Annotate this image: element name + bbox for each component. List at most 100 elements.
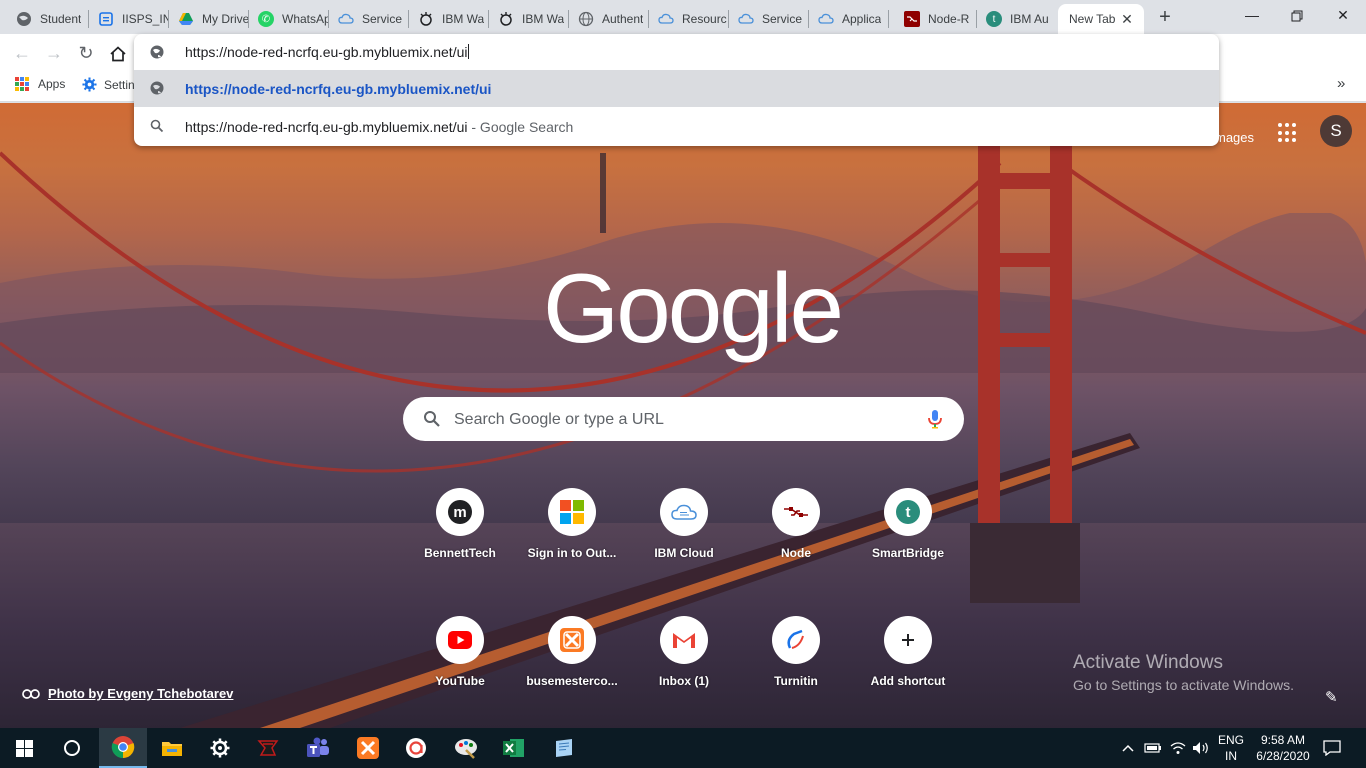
back-button[interactable]: ←: [9, 40, 35, 66]
google-apps-icon[interactable]: [1278, 123, 1298, 143]
tab-resource[interactable]: Resourc: [642, 4, 728, 34]
windows-taskbar: ENG IN 9:58 AM 6/28/2020: [0, 728, 1366, 768]
new-tab-page: mages S Google Search Google or type a U…: [0, 103, 1366, 728]
shortcut-node[interactable]: Node: [740, 488, 852, 600]
start-button[interactable]: [0, 728, 48, 768]
tab-ibm-au[interactable]: t IBM Au: [970, 4, 1056, 34]
notepad-icon: [556, 739, 572, 757]
omnibox-input[interactable]: https://node-red-ncrfq.eu-gb.mybluemix.n…: [134, 34, 1219, 70]
minimize-button[interactable]: —: [1229, 0, 1275, 32]
taskbar-file-explorer[interactable]: [148, 728, 196, 768]
tab-application[interactable]: Applica: [802, 4, 888, 34]
tab-ibm-watson-1[interactable]: IBM Wa: [402, 4, 488, 34]
notifications-icon[interactable]: [1323, 728, 1341, 768]
gear-icon: [210, 738, 230, 758]
clock-time: 9:58 AM: [1260, 733, 1306, 747]
battery-icon[interactable]: [1144, 728, 1162, 768]
m-icon: m: [436, 488, 484, 536]
t-icon: t: [986, 11, 1002, 27]
forward-button[interactable]: →: [41, 40, 67, 66]
globe-icon: [578, 11, 594, 27]
bookmarks-overflow-icon[interactable]: »: [1337, 75, 1345, 92]
wifi-icon[interactable]: [1170, 728, 1186, 768]
images-link[interactable]: mages: [1215, 130, 1254, 145]
volume-icon[interactable]: [1192, 728, 1210, 768]
taskbar-notes-app[interactable]: [540, 728, 588, 768]
taskbar-teams[interactable]: [294, 728, 342, 768]
tab-ibm-watson-2[interactable]: IBM Wa: [482, 4, 568, 34]
shortcut-smartbridge[interactable]: t SmartBridge: [852, 488, 964, 600]
omnibox-dropdown: https://node-red-ncrfq.eu-gb.mybluemix.n…: [134, 34, 1219, 146]
form-icon: [98, 11, 114, 27]
bookmark-label: Settin: [104, 77, 135, 92]
shortcut-inbox[interactable]: Inbox (1): [628, 616, 740, 728]
taskbar-xampp[interactable]: [344, 728, 392, 768]
tab-new-tab[interactable]: New Tab ✕: [1058, 4, 1144, 34]
tab-student[interactable]: Student: [0, 4, 88, 34]
excel-icon: [503, 739, 524, 757]
tab-strip: Student IISPS_IN My Drive ✆ WhatsApp Ser…: [0, 0, 1366, 34]
suggestion-text: https://node-red-ncrfq.eu-gb.mybluemix.n…: [185, 81, 492, 97]
paint-icon: [455, 739, 477, 759]
restore-button[interactable]: [1274, 0, 1320, 32]
activate-windows-watermark: Activate Windows Go to Settings to activ…: [1073, 652, 1294, 693]
shortcut-add[interactable]: Add shortcut: [852, 616, 964, 728]
tray-show-hidden-icon[interactable]: [1121, 728, 1135, 768]
tab-label: IBM Au: [1010, 12, 1049, 26]
taskbar-chrome[interactable]: [99, 728, 147, 768]
taskbar-game-app[interactable]: [244, 728, 292, 768]
shortcut-turnitin[interactable]: Turnitin: [740, 616, 852, 728]
shortcut-outlook[interactable]: Sign in to Out...: [516, 488, 628, 600]
gmail-icon: [660, 616, 708, 664]
shortcut-bennetttech[interactable]: m BennettTech: [404, 488, 516, 600]
windows-logo-icon: [15, 739, 33, 757]
photo-credit-text: Photo by Evgeny Tchebotarev: [48, 686, 234, 701]
activate-title: Activate Windows: [1073, 652, 1223, 673]
tab-label: IBM Wa: [442, 12, 485, 26]
photo-credit-link[interactable]: Photo by Evgeny Tchebotarev: [22, 686, 233, 701]
shortcut-ibm-cloud[interactable]: IBM Cloud: [628, 488, 740, 600]
microphone-icon[interactable]: [927, 409, 943, 429]
tab-node-red[interactable]: Node-R: [888, 4, 974, 34]
suggestion-search[interactable]: https://node-red-ncrfq.eu-gb.mybluemix.n…: [134, 108, 1219, 145]
tab-service-2[interactable]: Service: [722, 4, 808, 34]
gear-icon: [82, 77, 97, 92]
node-red-icon: [904, 11, 920, 27]
bookmark-settings[interactable]: Settin: [82, 77, 135, 92]
reload-button[interactable]: ↻: [73, 40, 99, 66]
taskbar-excel[interactable]: [490, 728, 538, 768]
tab-label: Resourc: [682, 12, 727, 26]
drive-icon: [178, 11, 194, 27]
account-avatar[interactable]: S: [1320, 115, 1352, 147]
bookmark-apps[interactable]: Apps: [15, 77, 65, 91]
microsoft-icon: [548, 488, 596, 536]
close-icon[interactable]: ✕: [1118, 10, 1136, 28]
customize-pencil-icon[interactable]: ✎: [1325, 688, 1341, 706]
taskbar-clock[interactable]: 9:58 AM 6/28/2020: [1252, 732, 1314, 764]
input-language-indicator[interactable]: ENG IN: [1216, 732, 1246, 764]
new-tab-button[interactable]: +: [1152, 6, 1178, 28]
ibm-watson-icon: [418, 11, 434, 27]
cortana-button[interactable]: [48, 728, 96, 768]
suggestion-url[interactable]: https://node-red-ncrfq.eu-gb.mybluemix.n…: [134, 70, 1219, 107]
taskbar-app-a[interactable]: [392, 728, 440, 768]
tab-my-drive[interactable]: My Drive: [162, 4, 248, 34]
taskbar-settings[interactable]: [196, 728, 244, 768]
shortcut-busemester[interactable]: busemesterco...: [516, 616, 628, 728]
tab-whatsapp[interactable]: ✆ WhatsApp: [242, 4, 328, 34]
tab-service[interactable]: Service: [322, 4, 408, 34]
shortcut-label: Node: [781, 546, 811, 560]
shortcut-youtube[interactable]: YouTube: [404, 616, 516, 728]
taskbar-paint[interactable]: [442, 728, 490, 768]
ibm-watson-icon: [498, 11, 514, 27]
close-window-button[interactable]: ✕: [1320, 0, 1366, 32]
home-button[interactable]: [105, 40, 131, 66]
teams-icon: [307, 737, 329, 757]
bookmark-label: Apps: [38, 77, 66, 91]
tab-authent[interactable]: Authent: [562, 4, 648, 34]
globe-icon: [150, 81, 164, 95]
tab-iisps[interactable]: IISPS_IN: [82, 4, 168, 34]
search-box[interactable]: Search Google or type a URL: [403, 397, 964, 441]
shortcut-label: Add shortcut: [870, 674, 946, 688]
suggestion-text: https://node-red-ncrfq.eu-gb.mybluemix.n…: [185, 119, 574, 135]
